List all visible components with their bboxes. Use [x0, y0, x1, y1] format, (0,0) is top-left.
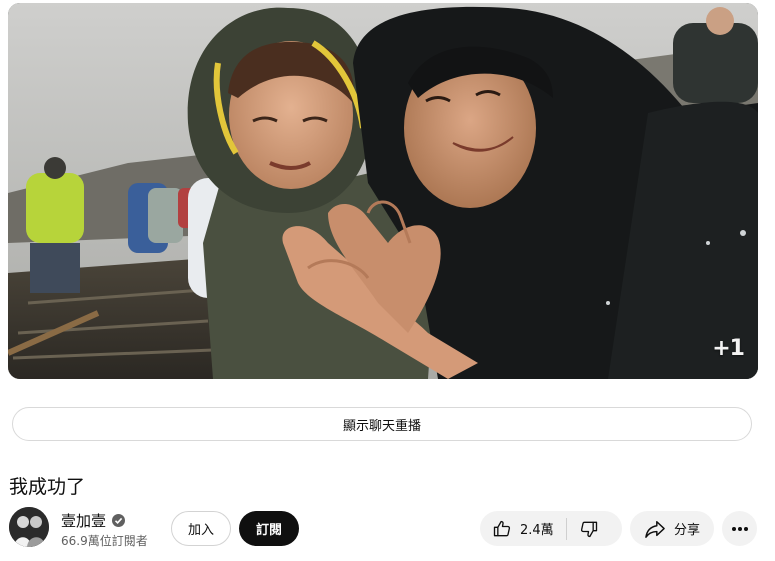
- subscribe-button[interactable]: 訂閱: [239, 511, 299, 546]
- share-button[interactable]: 分享: [630, 511, 714, 546]
- video-title: 我成功了: [9, 476, 86, 498]
- channel-watermark: +1: [712, 336, 745, 361]
- show-chat-replay-button[interactable]: 顯示聊天重播: [12, 407, 752, 441]
- channel-avatar[interactable]: [9, 507, 49, 547]
- subscriber-count: 66.9萬位訂閱者: [61, 534, 148, 548]
- share-arrow-icon: [645, 520, 665, 538]
- watch-page: +1 顯示聊天重播 我成功了 壹加壹 66.9萬位訂閱者 加入 訂閱 2.4萬 …: [0, 0, 775, 561]
- more-actions-button[interactable]: [722, 511, 757, 546]
- share-label: 分享: [673, 523, 700, 538]
- subscribe-label: 訂閱: [255, 523, 282, 538]
- channel-name-row[interactable]: 壹加壹: [61, 510, 126, 531]
- verified-check-icon: [112, 514, 126, 527]
- video-player[interactable]: +1: [8, 3, 758, 379]
- more-horizontal-icon: [731, 526, 748, 531]
- like-dislike-group: 2.4萬: [480, 511, 622, 546]
- dislike-button[interactable]: [567, 511, 611, 546]
- video-frame: [8, 3, 758, 379]
- thumbs-down-icon: [580, 521, 597, 537]
- channel-name[interactable]: 壹加壹: [61, 510, 106, 531]
- join-label: 加入: [187, 523, 214, 538]
- like-count: 2.4萬: [520, 523, 554, 538]
- show-chat-replay-label: 顯示聊天重播: [342, 418, 421, 434]
- thumbs-up-icon: [493, 520, 511, 536]
- like-button[interactable]: 2.4萬: [480, 511, 566, 546]
- avatar-image: [9, 507, 49, 547]
- join-button[interactable]: 加入: [171, 511, 231, 546]
